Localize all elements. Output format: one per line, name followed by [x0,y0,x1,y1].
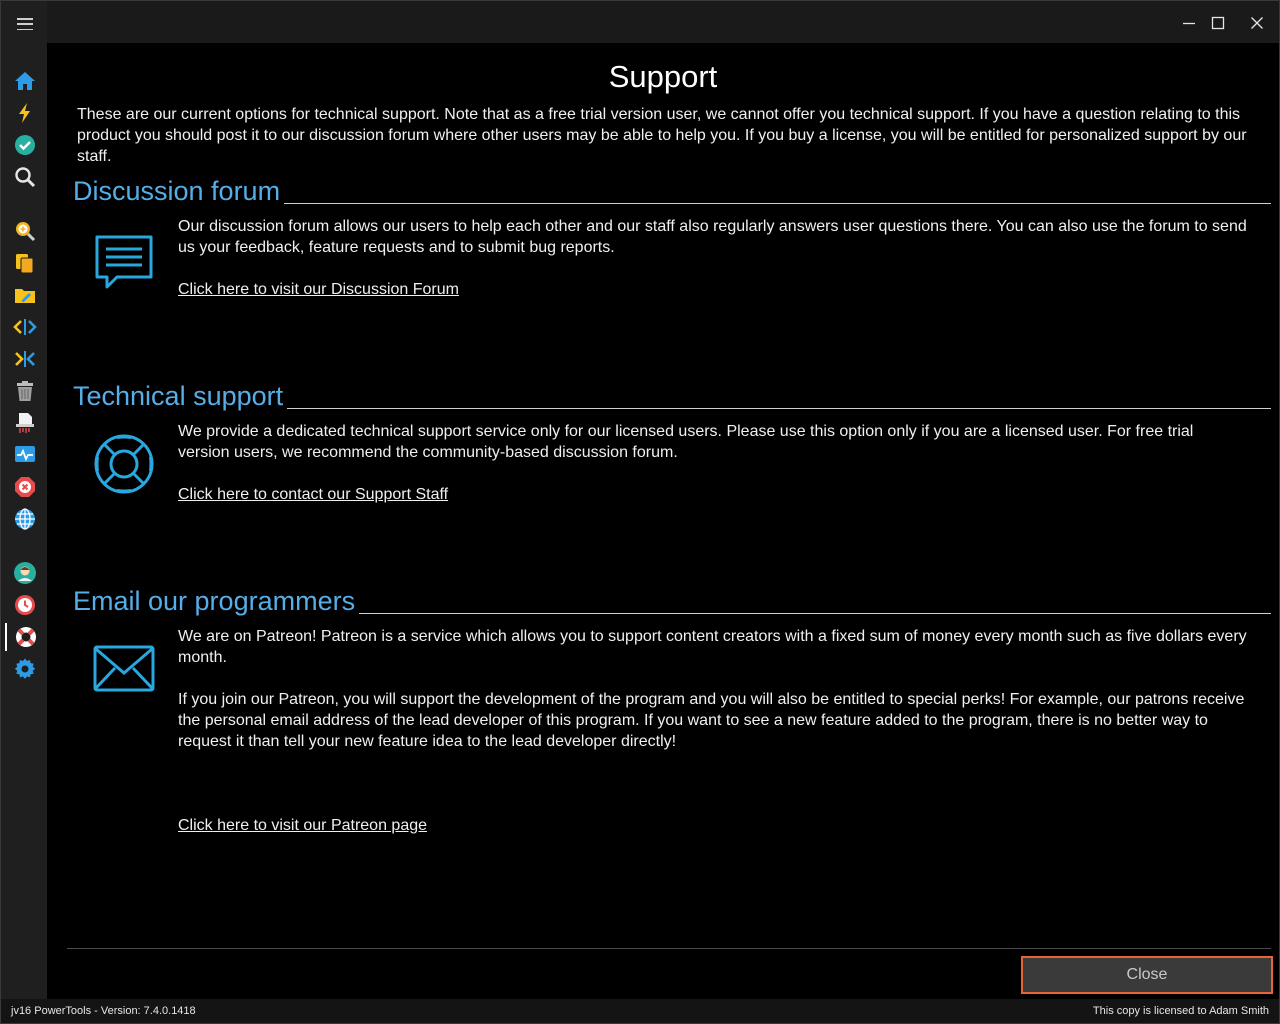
code-icon[interactable] [9,313,41,341]
patreon-link[interactable]: Click here to visit our Patreon page [178,817,427,834]
sidebar [1,1,47,1001]
globe-icon[interactable] [9,505,41,533]
email-description-1: We are on Patreon! Patreon is a service … [178,628,1247,666]
minimize-icon [1183,22,1195,25]
maximize-button[interactable] [1200,7,1236,39]
lifebuoy-icon [94,434,154,494]
forum-section-body: Our discussion forum allows our users to… [178,216,1249,300]
close-button[interactable]: Close [1021,956,1273,994]
divider [359,613,1271,614]
trash-icon[interactable] [9,377,41,405]
maximize-icon [1211,16,1225,30]
app-window: Support These are our current options fo… [0,0,1280,1024]
page-title: Support [608,59,718,94]
license-text: This copy is licensed to Adam Smith [1092,1005,1269,1017]
checkmark-icon[interactable] [9,131,41,159]
home-icon[interactable] [9,67,41,95]
close-icon [1251,17,1263,29]
divider [287,408,1271,409]
support-description: We provide a dedicated technical support… [178,423,1194,461]
search-icon[interactable] [9,163,41,191]
email-description-2: If you join our Patreon, you will suppor… [178,691,1245,750]
lightning-icon[interactable] [9,99,41,127]
forum-link[interactable]: Click here to visit our Discussion Forum [178,281,459,298]
divider [284,203,1271,204]
support-section-body: We provide a dedicated technical support… [178,421,1249,505]
shredder-icon[interactable] [9,409,41,437]
clock-icon[interactable] [9,591,41,619]
split-arrows-icon[interactable] [9,345,41,373]
support-section-heading: Technical support [73,380,1271,412]
forum-description: Our discussion forum allows our users to… [178,218,1247,256]
intro-text: These are our current options for techni… [77,106,1247,165]
footer-divider [67,948,1271,949]
user-avatar-icon[interactable] [9,559,41,587]
copy-files-icon[interactable] [9,249,41,277]
version-text: jv16 PowerTools - Version: 7.4.0.1418 [11,1005,196,1017]
support-link[interactable]: Click here to contact our Support Staff [178,486,448,503]
chat-bubble-icon [95,235,153,289]
envelope-icon [93,645,155,692]
email-section-body: We are on Patreon! Patreon is a service … [178,626,1249,836]
folder-edit-icon[interactable] [9,281,41,309]
lifebuoy-nav-icon[interactable] [5,623,45,651]
error-icon[interactable] [9,473,41,501]
email-heading: Email our programmers [73,586,356,616]
forum-section-heading: Discussion forum [73,175,1271,207]
support-heading: Technical support [73,381,284,411]
support-page: Support These are our current options fo… [47,43,1279,949]
title-bar [47,1,1279,43]
monitor-icon[interactable] [9,441,41,469]
gear-icon[interactable] [9,655,41,683]
email-section-heading: Email our programmers [73,585,1271,617]
status-bar: jv16 PowerTools - Version: 7.4.0.1418 Th… [1,999,1279,1023]
zoom-plus-icon[interactable] [9,217,41,245]
hamburger-menu-icon[interactable] [15,15,35,33]
window-close-button[interactable] [1239,7,1275,39]
forum-heading: Discussion forum [73,176,281,206]
